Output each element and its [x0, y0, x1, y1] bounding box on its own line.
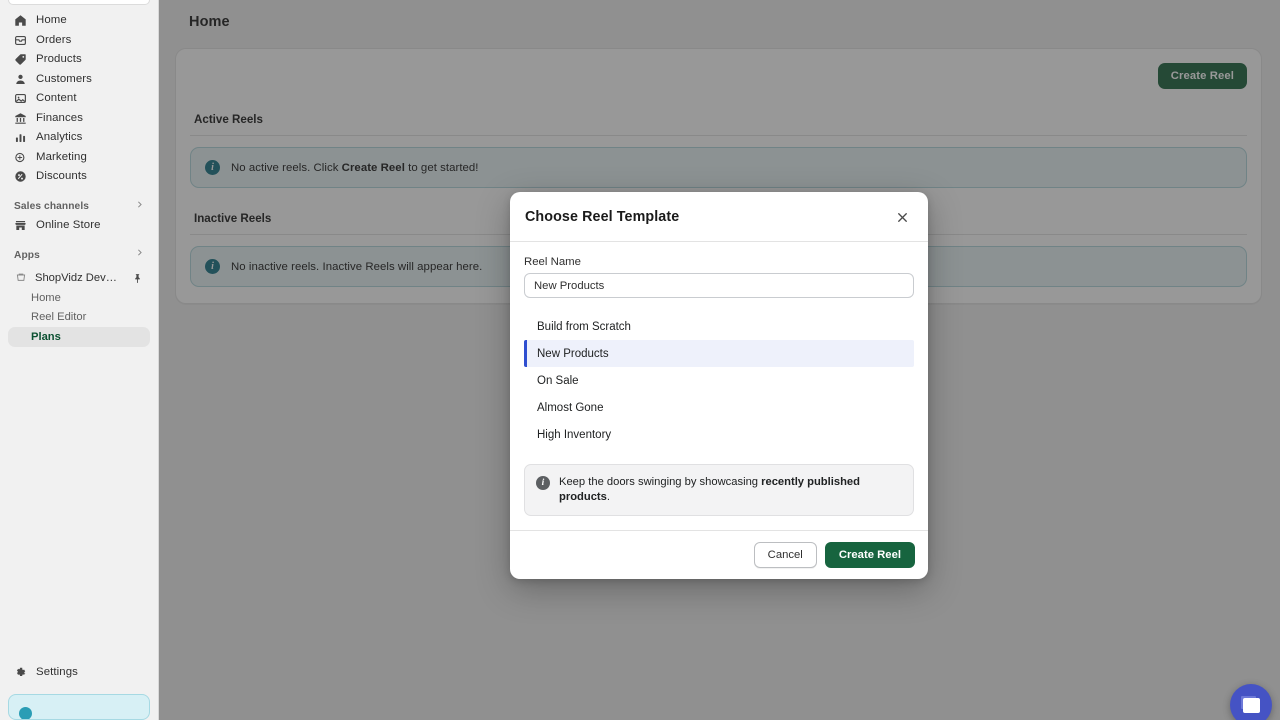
sidebar-item-label: Customers — [36, 74, 92, 85]
promo-avatar-icon — [19, 707, 32, 720]
modal-body: Reel Name /*placeholder set below*/ Buil… — [510, 242, 928, 530]
app-cart-icon — [14, 272, 27, 285]
template-option-almost-gone[interactable]: Almost Gone — [524, 394, 914, 421]
marketing-megaphone-icon — [14, 151, 27, 164]
sidebar-item-customers[interactable]: Customers — [8, 70, 150, 90]
sidebar-subitem-label: Home — [31, 292, 61, 304]
sidebar-item-label: Marketing — [36, 152, 87, 163]
sidebar-main-nav: Home Orders Products Customers — [0, 5, 158, 347]
sidebar-section-label: Apps — [14, 250, 40, 261]
template-option-new-products[interactable]: New Products — [524, 340, 914, 367]
sidebar-section-apps[interactable]: Apps — [8, 246, 150, 264]
sidebar-section-label: Sales channels — [14, 201, 89, 212]
modal-header: Choose Reel Template — [510, 192, 928, 242]
products-tag-icon — [14, 53, 27, 66]
analytics-bars-icon — [14, 131, 27, 144]
sidebar-item-analytics[interactable]: Analytics — [8, 128, 150, 148]
reel-name-label: Reel Name — [524, 256, 914, 268]
chevron-right-icon — [135, 248, 144, 260]
sidebar-item-label: Content — [36, 93, 77, 104]
sidebar-item-label: Analytics — [36, 132, 82, 143]
chevron-right-icon — [135, 200, 144, 212]
gear-icon — [14, 666, 27, 679]
orders-icon — [14, 34, 27, 47]
sidebar-item-label: Online Store — [36, 220, 101, 231]
sidebar-item-settings[interactable]: Settings — [8, 663, 150, 683]
template-option-label: On Sale — [537, 375, 579, 387]
sidebar-item-label: Settings — [36, 667, 78, 678]
sidebar-bottom: Settings — [0, 663, 158, 689]
close-icon[interactable] — [891, 206, 913, 228]
template-option-label: New Products — [537, 348, 609, 360]
note-text-before: Keep the doors swinging by showcasing — [559, 476, 761, 488]
modal-create-reel-button[interactable]: Create Reel — [825, 542, 915, 568]
sidebar-item-label: Home — [36, 15, 67, 26]
chat-bubble-icon[interactable] — [1230, 684, 1272, 720]
choose-reel-template-modal: Choose Reel Template Reel Name /*placeho… — [510, 192, 928, 579]
sidebar-app-label: ShopVidz Developm... — [35, 272, 123, 284]
sidebar-subitem-label: Plans — [31, 331, 61, 343]
discounts-percent-icon — [14, 170, 27, 183]
note-text-after: . — [607, 491, 610, 503]
sidebar-subitem-home[interactable]: Home — [8, 288, 150, 308]
sidebar-item-marketing[interactable]: Marketing — [8, 148, 150, 168]
sidebar-item-content[interactable]: Content — [8, 89, 150, 109]
sidebar-item-products[interactable]: Products — [8, 50, 150, 70]
template-option-label: High Inventory — [537, 429, 611, 441]
content-image-icon — [14, 92, 27, 105]
sidebar-subitem-plans[interactable]: Plans — [8, 327, 150, 347]
sidebar-section-sales-channels[interactable]: Sales channels — [8, 198, 150, 216]
sidebar-subitem-label: Reel Editor — [31, 311, 86, 323]
template-option-on-sale[interactable]: On Sale — [524, 367, 914, 394]
info-icon: i — [536, 476, 550, 490]
template-option-high-inventory[interactable]: High Inventory — [524, 421, 914, 448]
cancel-button[interactable]: Cancel — [754, 542, 817, 568]
sidebar-item-finances[interactable]: Finances — [8, 109, 150, 129]
reel-name-input[interactable] — [524, 273, 914, 298]
finances-bank-icon — [14, 112, 27, 125]
pin-icon[interactable] — [131, 272, 144, 285]
storefront-icon — [14, 219, 27, 232]
sidebar-item-orders[interactable]: Orders — [8, 31, 150, 51]
template-description-note: i Keep the doors swinging by showcasing … — [524, 464, 914, 516]
sidebar-item-discounts[interactable]: Discounts — [8, 167, 150, 187]
sidebar-item-home[interactable]: Home — [8, 11, 150, 31]
note-text: Keep the doors swinging by showcasing re… — [559, 475, 902, 505]
template-list: Build from Scratch New Products On Sale … — [524, 313, 914, 448]
sidebar-item-online-store[interactable]: Online Store — [8, 216, 150, 236]
template-option-label: Almost Gone — [537, 402, 603, 414]
modal-title: Choose Reel Template — [525, 209, 679, 225]
sidebar-subitem-reel-editor[interactable]: Reel Editor — [8, 308, 150, 328]
template-option-label: Build from Scratch — [537, 321, 631, 333]
app-root: Home Orders Products Customers — [0, 0, 1280, 720]
chat-glyph — [1243, 698, 1260, 713]
sidebar-item-label: Orders — [36, 35, 71, 46]
sidebar-promo-card[interactable] — [8, 694, 150, 720]
sidebar-item-label: Discounts — [36, 171, 87, 182]
sidebar-item-shopvidz-app[interactable]: ShopVidz Developm... — [8, 268, 150, 288]
template-option-build-from-scratch[interactable]: Build from Scratch — [524, 313, 914, 340]
home-icon — [14, 14, 27, 27]
sidebar-spacer — [0, 347, 158, 663]
sidebar-item-label: Finances — [36, 113, 83, 124]
customers-person-icon — [14, 73, 27, 86]
modal-footer: Cancel Create Reel — [510, 530, 928, 579]
sidebar-item-label: Products — [36, 54, 82, 65]
sidebar: Home Orders Products Customers — [0, 0, 159, 720]
